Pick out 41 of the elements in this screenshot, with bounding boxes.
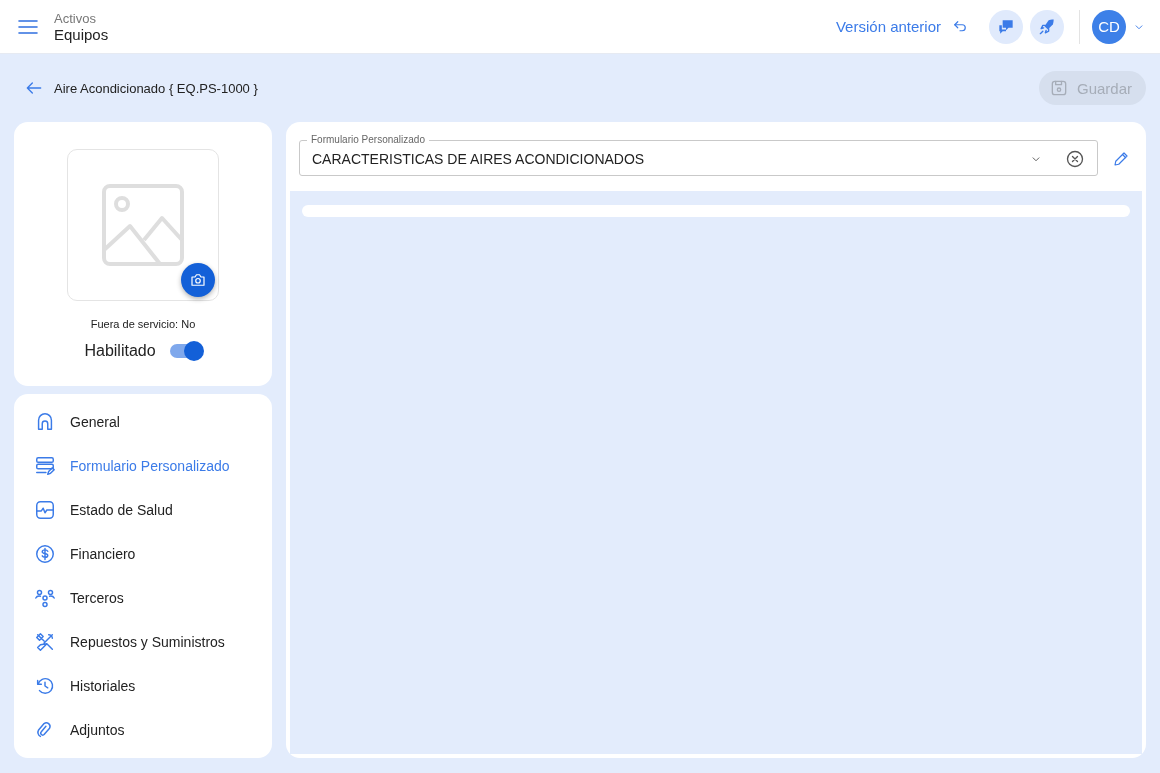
dollar-icon [34,543,56,565]
page-heading: Equipos [54,26,109,43]
clear-icon [1065,149,1085,169]
nav-item[interactable]: Financiero [14,532,272,576]
nav-item-label: Estado de Salud [70,502,173,518]
asset-title: Aire Acondicionado { EQ.PS-1000 } [54,80,258,96]
people-icon [34,587,56,609]
nav-item-label: Financiero [70,546,136,562]
field-label: Formulario Personalizado [307,133,429,146]
previous-version-link[interactable]: Versión anterior [835,17,969,36]
nav-item[interactable]: General [14,400,272,444]
camera-icon [189,271,207,289]
select-value: CARACTERISTICAS DE AIRES ACONDICIONADOS [312,151,646,167]
nav-item[interactable]: Terceros [14,576,272,620]
nav-item-label: Repuestos y Suministros [70,634,225,650]
enabled-label: Habilitado [84,342,156,360]
enabled-toggle[interactable] [169,344,202,358]
nav-item[interactable]: Estado de Salud [14,488,272,532]
nav-item[interactable]: Historiales [14,664,272,708]
edit-button[interactable] [1112,150,1130,168]
nav-item-label: Terceros [70,590,124,606]
form-select[interactable]: Formulario Personalizado CARACTERISTICAS DE AIRES ACONDICIONADOS [299,133,1098,176]
tools-icon [34,631,56,653]
nav-item[interactable]: Formulario Personalizado [14,444,272,488]
chat-button[interactable] [989,9,1023,44]
breadcrumb-parent[interactable]: Activos [54,10,109,27]
nav-item[interactable]: Repuestos y Suministros [14,620,272,664]
out-of-service-status: Fuera de servicio: No [90,318,196,330]
nav-item-label: Formulario Personalizado [70,458,230,474]
nav-item-label: Adjuntos [70,722,125,738]
user-avatar[interactable]: CD [1092,9,1126,44]
image-placeholder-icon [102,184,184,266]
heart-rate-icon [34,499,56,521]
camera-button[interactable] [181,263,215,297]
nav-item-label: Historiales [70,678,136,694]
nav-item-label: General [70,414,120,430]
rocket-button[interactable] [1030,9,1064,44]
pencil-icon [1112,150,1130,168]
history-icon [34,675,56,697]
form-edit-icon [34,455,56,477]
nav-item[interactable]: Adjuntos [14,708,272,752]
